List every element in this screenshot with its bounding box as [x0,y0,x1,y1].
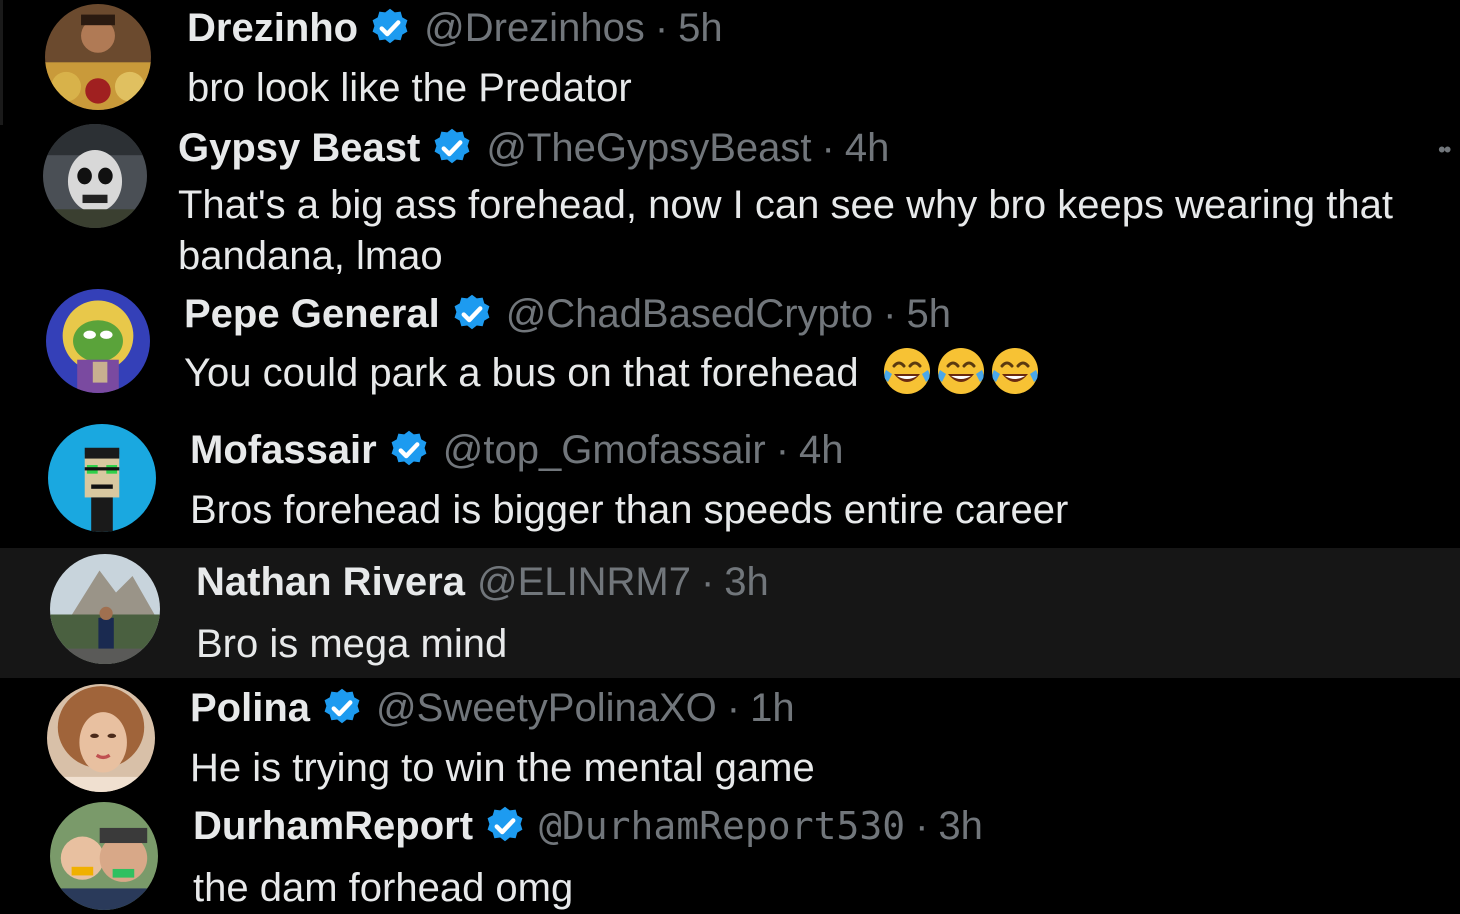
face-with-tears-of-joy-icon [936,346,986,396]
avatar-image [45,4,151,110]
reply-author-handle[interactable]: @SweetyPolinaXO [376,684,717,732]
reply-timestamp[interactable]: 4h [799,426,844,474]
separator-dot: · [915,804,929,848]
reply-item-hovered[interactable]: Nathan Rivera @ELINRM7 · 3h Bro is mega … [0,548,1460,678]
avatar[interactable] [50,554,160,664]
separator-dot: · [654,6,669,50]
reply-text: You could park a bus on that forehead [184,351,859,395]
avatar-image [47,684,155,792]
reply-text: bro look like the Predator [187,66,632,110]
reply-timestamp[interactable]: 5h [906,290,951,338]
reply-item[interactable]: Polina @SweetyPolinaXO · 1h He is trying… [0,678,1460,796]
reply-author-name[interactable]: Gypsy Beast [178,124,420,172]
separator-dot: · [883,292,897,336]
avatar-image [46,289,150,393]
reply-author-name[interactable]: Mofassair [190,426,377,474]
reply-text-continued: bandana, lmao [178,234,443,278]
verified-badge-icon [368,6,412,50]
avatar[interactable] [43,124,147,228]
reply-timestamp[interactable]: 3h [724,558,769,606]
avatar-image [50,802,158,910]
verified-badge-icon [320,686,364,730]
reply-author-handle[interactable]: @ChadBasedCrypto [506,290,873,338]
reply-timestamp[interactable]: 5h [678,4,723,52]
reply-text: That's a big ass forehead, now I can see… [178,183,1393,227]
reply-timestamp[interactable]: 3h [938,802,983,850]
reply-author-name[interactable]: DurhamReport [193,802,473,850]
avatar[interactable] [45,4,151,110]
reply-author-name[interactable]: Drezinho [187,4,358,52]
reply-item[interactable]: DurhamReport @DurhamReport530 · 3h the d… [0,796,1460,913]
avatar-image [43,124,147,228]
separator-dot: · [700,560,715,604]
reply-author-handle[interactable]: @ELINRM7 [477,558,691,606]
face-with-tears-of-joy-icon [882,346,932,396]
avatar[interactable] [50,802,158,910]
reply-author-handle[interactable]: @Drezinhos [424,4,645,52]
reply-timestamp[interactable]: 4h [845,124,890,172]
separator-dot: · [821,126,835,170]
reply-text: Bros forehead is bigger than speeds enti… [190,488,1069,532]
reply-author-handle[interactable]: @TheGypsyBeast [486,124,811,172]
separator-dot: · [775,428,790,472]
verified-badge-icon [430,126,474,170]
avatar[interactable] [47,684,155,792]
face-with-tears-of-joy-icon [990,346,1040,396]
reply-text-line: You could park a bus on that forehead [184,346,1040,399]
separator-dot: · [726,686,741,730]
avatar-image [48,424,156,532]
reply-author-handle[interactable]: @top_Gmofassair [443,426,766,474]
reply-author-name[interactable]: Polina [190,684,310,732]
verified-badge-icon [387,428,431,472]
avatar-image [50,554,160,664]
reply-text: Bro is mega mind [196,622,508,666]
reply-text: the dam forhead omg [193,866,574,910]
reply-author-handle[interactable]: @DurhamReport530 [539,802,905,850]
verified-badge-icon [450,292,494,336]
reply-text: He is trying to win the mental game [190,746,815,790]
avatar[interactable] [46,289,150,393]
avatar[interactable] [48,424,156,532]
reply-item[interactable]: Drezinho @Drezinhos · 5h bro look like t… [0,0,1460,118]
reply-author-name[interactable]: Pepe General [184,290,440,338]
reply-item[interactable]: Pepe General @ChadBasedCrypto · 5h You c… [0,284,1460,416]
reply-item[interactable]: Mofassair @top_Gmofassair · 4h Bros fore… [0,416,1460,548]
verified-badge-icon [483,804,527,848]
reply-timestamp[interactable]: 1h [750,684,795,732]
reply-author-name[interactable]: Nathan Rivera [196,558,465,606]
reply-item[interactable]: Gypsy Beast @TheGypsyBeast · 4h That's a… [0,118,1460,284]
